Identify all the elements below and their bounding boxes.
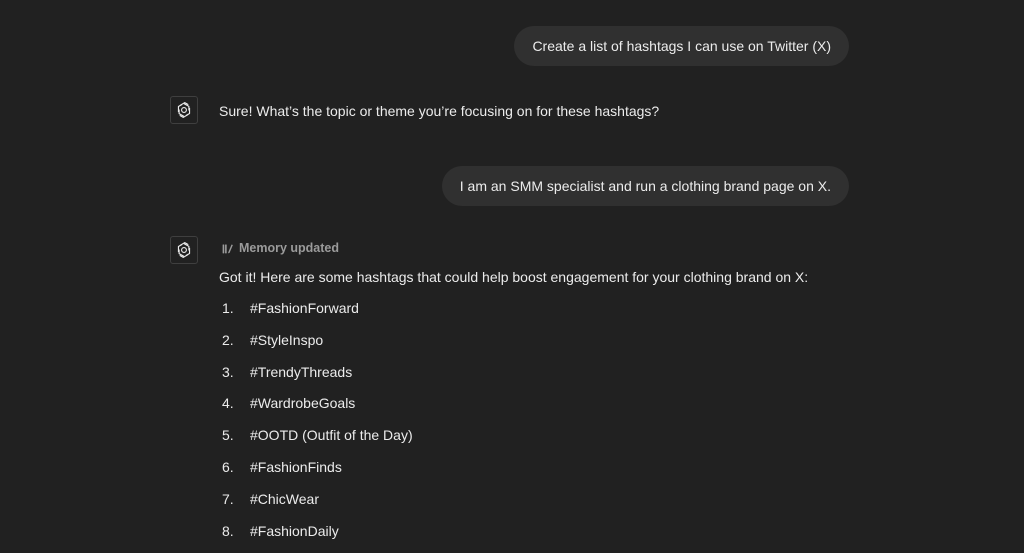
list-item-number: 4. <box>222 395 234 412</box>
chat-conversation: Create a list of hashtags I can use on T… <box>0 0 1024 553</box>
openai-logo-icon <box>177 242 191 258</box>
list-item-hashtag: #FashionForward <box>250 300 359 316</box>
list-item-number: 8. <box>222 522 234 539</box>
list-item-number: 1. <box>222 300 234 316</box>
list-item-hashtag: #OOTD (Outfit of the Day) <box>250 427 413 444</box>
list-item-number: 5. <box>222 427 234 444</box>
memory-updated-indicator[interactable]: Memory updated <box>221 241 339 255</box>
assistant-avatar <box>170 96 198 124</box>
list-item-hashtag: #TrendyThreads <box>250 363 353 380</box>
list-item-hashtag: #FashionDaily <box>250 522 339 539</box>
list-item-hashtag: #WardrobeGoals <box>250 395 356 412</box>
hashtag-list: 1. #FashionForward 2. #StyleInspo 3. #Trend… <box>219 300 413 553</box>
list-item-hashtag: #StyleInspo <box>250 331 324 348</box>
list-item: 8. #FashionDaily <box>219 523 413 553</box>
list-item: 6. #FashionFinds <box>219 459 413 491</box>
list-item-hashtag: #ChicWear <box>250 490 319 507</box>
list-item: 4. #WardrobeGoals <box>219 395 413 427</box>
assistant-message-text: Sure! What’s the topic or theme you’re f… <box>219 103 660 119</box>
memory-edit-icon <box>222 243 233 253</box>
list-item: 2. #StyleInspo <box>219 332 413 364</box>
list-item: 7. #ChicWear <box>219 491 413 523</box>
list-item: 1. #FashionForward <box>219 300 413 332</box>
list-item: 3. #TrendyThreads <box>219 364 413 396</box>
assistant-message-intro: Got it! Here are some hashtags that coul… <box>219 269 809 285</box>
list-item-number: 6. <box>222 458 234 475</box>
user-message-bubble: I am an SMM specialist and run a clothin… <box>441 166 849 206</box>
list-item-hashtag: #FashionFinds <box>250 458 342 475</box>
assistant-avatar <box>170 236 198 264</box>
user-message-bubble: Create a list of hashtags I can use on T… <box>514 26 849 66</box>
openai-logo-icon <box>177 102 191 118</box>
list-item-number: 2. <box>222 331 234 348</box>
list-item-number: 3. <box>222 363 234 380</box>
list-item: 5. #OOTD (Outfit of the Day) <box>219 427 413 459</box>
list-item-number: 7. <box>222 490 234 507</box>
memory-status-label: Memory updated <box>239 241 340 255</box>
